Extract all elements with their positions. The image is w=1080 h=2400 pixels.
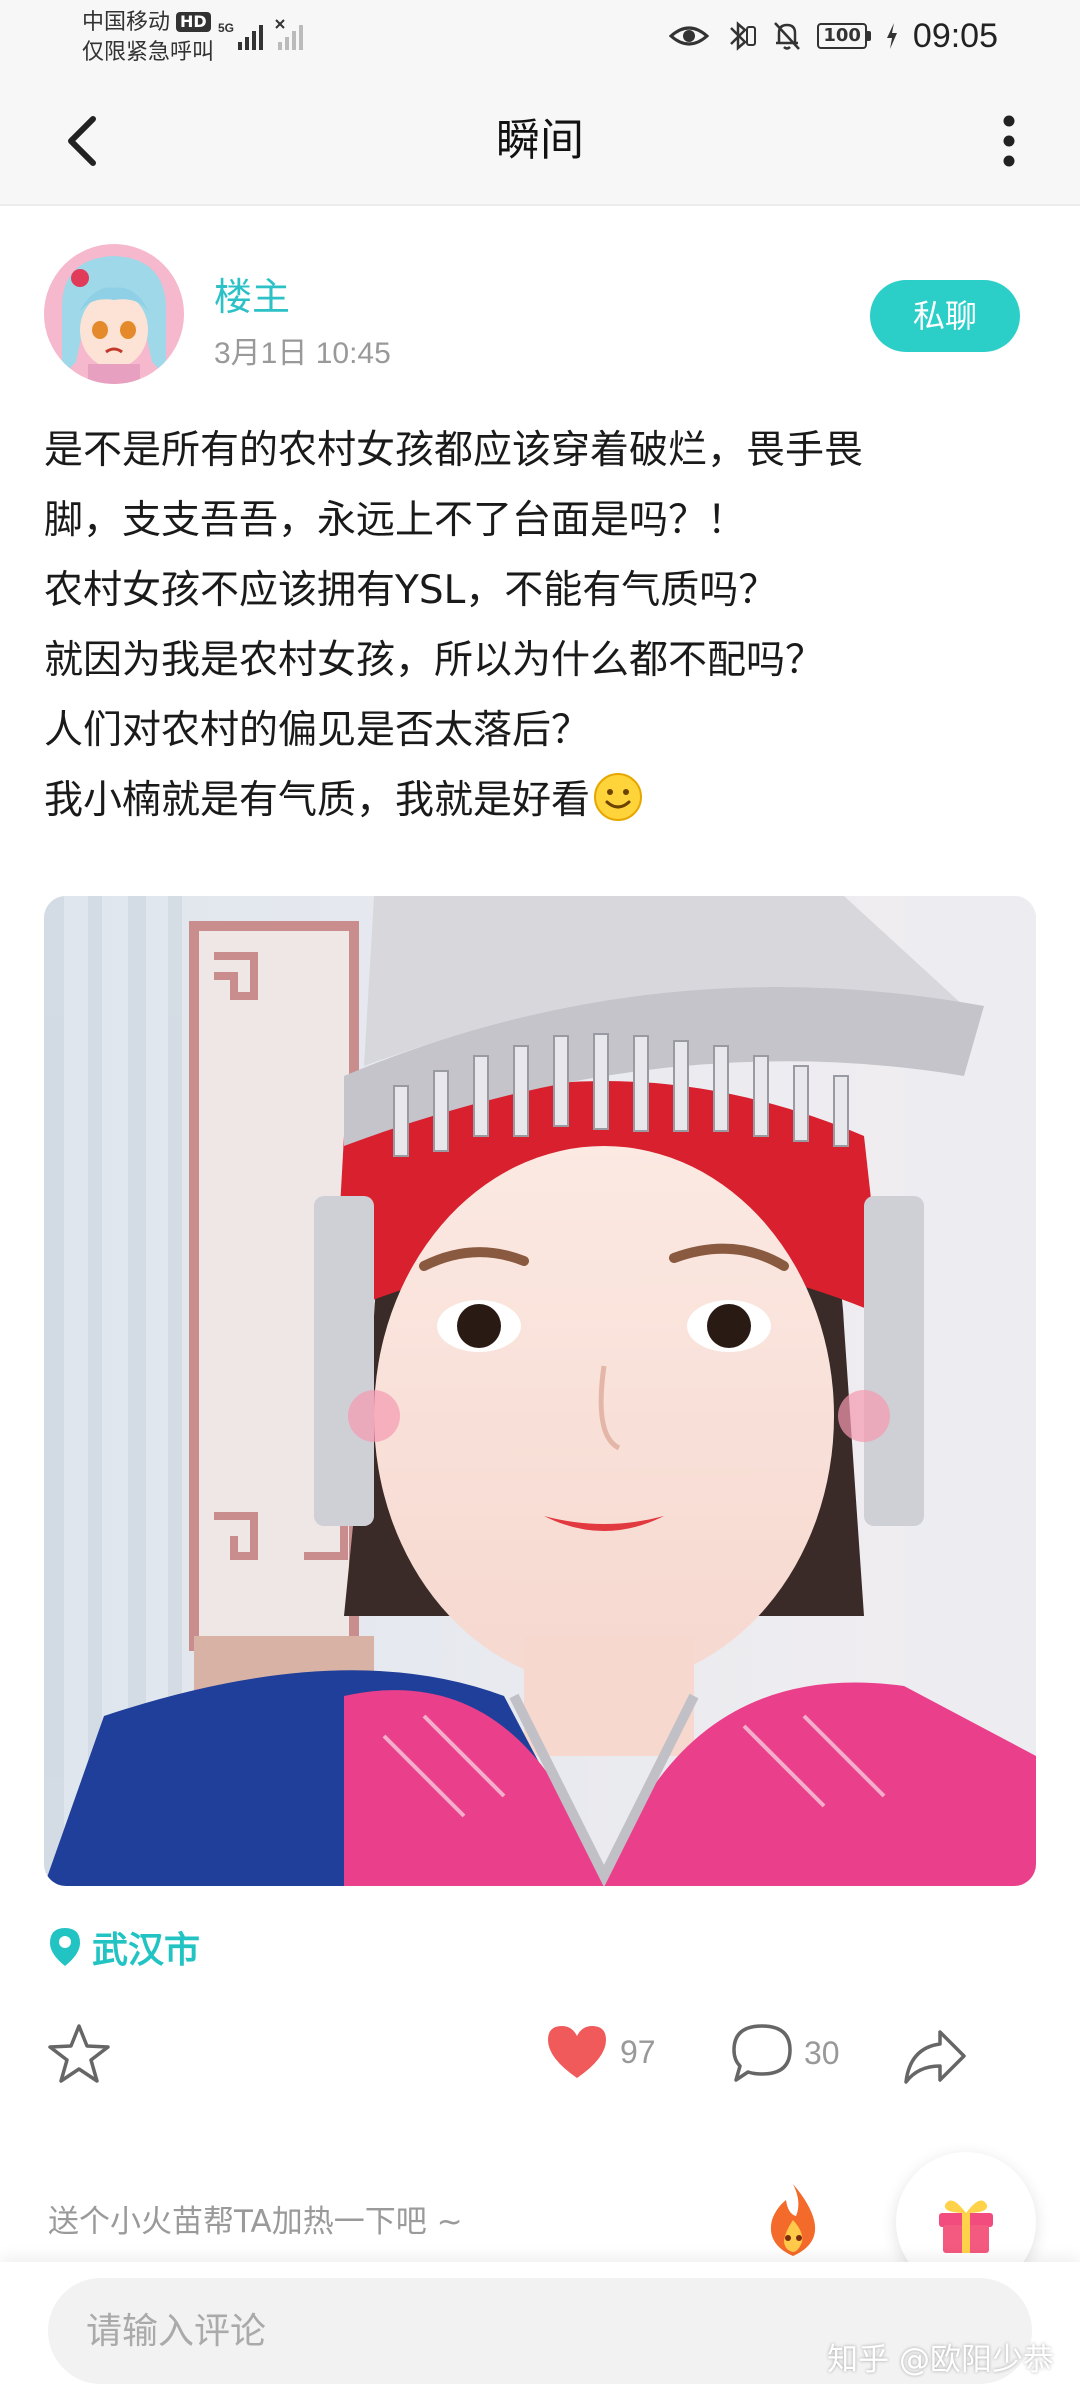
nav-bar: 瞬间 xyxy=(0,76,1080,206)
hd-badge: HD xyxy=(176,12,211,32)
post-content: 是不是所有的农村女孩都应该穿着破烂，畏手畏 脚，支支吾吾，永远上不了台面是吗？！… xyxy=(44,416,1044,836)
signal-icon: 5G xyxy=(218,19,303,50)
post-line: 就因为我是农村女孩，所以为什么都不配吗？ xyxy=(44,638,825,683)
heart-icon xyxy=(548,2026,606,2078)
location-tag[interactable]: 武汉市 xyxy=(48,1922,200,1972)
star-icon xyxy=(48,2024,110,2083)
anime-avatar-icon xyxy=(44,244,184,384)
private-message-button[interactable]: 私聊 xyxy=(870,280,1020,352)
share-button[interactable] xyxy=(900,2022,970,2092)
post-line: 脚，支支吾吾，永远上不了台面是吗？！ xyxy=(44,498,747,543)
favorite-button[interactable] xyxy=(44,2020,114,2090)
status-bar: 中国移动 HD 仅限紧急呼叫 5G 100 09:05 xyxy=(0,0,1080,76)
post-last-line: 我小楠就是有气质，我就是好看 xyxy=(44,766,1044,836)
smile-emoji-icon xyxy=(594,773,643,821)
battery-level: 100 xyxy=(817,23,867,49)
watermark-text: 知乎 @欧阳少恭 xyxy=(827,2342,1054,2378)
boost-hint: 送个小火苗帮TA加热一下吧 ~ xyxy=(48,2204,463,2240)
location-text: 武汉市 xyxy=(92,1930,201,1971)
like-count: 97 xyxy=(620,2033,656,2070)
status-icons: 100 09:05 xyxy=(669,14,998,58)
post-line: 人们对农村的偏见是否太落后？ xyxy=(44,708,591,753)
battery-icon: 100 xyxy=(817,23,871,49)
page-title: 瞬间 xyxy=(496,115,584,166)
action-bar: 97 30 xyxy=(0,2020,1080,2100)
flame-boost-button[interactable] xyxy=(758,2180,828,2260)
emergency-text: 仅限紧急呼叫 xyxy=(82,40,215,65)
flame-icon xyxy=(770,2184,816,2256)
vertical-dots-icon xyxy=(1003,115,1015,167)
comment-count: 30 xyxy=(804,2034,840,2071)
mute-bell-icon xyxy=(774,22,801,50)
post-line: 农村女孩不应该拥有YSL，不能有气质吗？ xyxy=(44,568,778,613)
charging-bolt-icon xyxy=(886,23,897,49)
avatar[interactable] xyxy=(44,244,184,384)
author-name[interactable]: 楼主 xyxy=(214,266,290,321)
carrier-info: 中国移动 HD 仅限紧急呼叫 xyxy=(82,8,214,68)
more-button[interactable] xyxy=(974,106,1044,176)
comment-bubble-icon xyxy=(732,2024,792,2082)
eye-icon xyxy=(669,26,710,46)
post-photo[interactable] xyxy=(44,896,1036,1886)
comment-button[interactable]: 30 xyxy=(730,2022,840,2084)
post-line: 是不是所有的农村女孩都应该穿着破烂，畏手畏 xyxy=(44,428,864,473)
network-type-label: 5G xyxy=(218,21,234,35)
post-line-text: 我小楠就是有气质，我就是好看 xyxy=(44,778,591,823)
share-arrow-icon xyxy=(904,2030,966,2084)
post-time: 3月1日 10:45 xyxy=(214,337,391,370)
status-time: 09:05 xyxy=(912,16,998,55)
gift-icon xyxy=(939,2200,993,2253)
location-pin-icon xyxy=(50,1928,80,1966)
portrait-photo-image xyxy=(44,896,1036,1886)
comment-bar xyxy=(0,2262,1080,2400)
carrier-name: 中国移动 xyxy=(82,10,171,35)
like-button[interactable]: 97 xyxy=(544,2022,656,2082)
bluetooth-vibrate-icon xyxy=(730,21,757,51)
